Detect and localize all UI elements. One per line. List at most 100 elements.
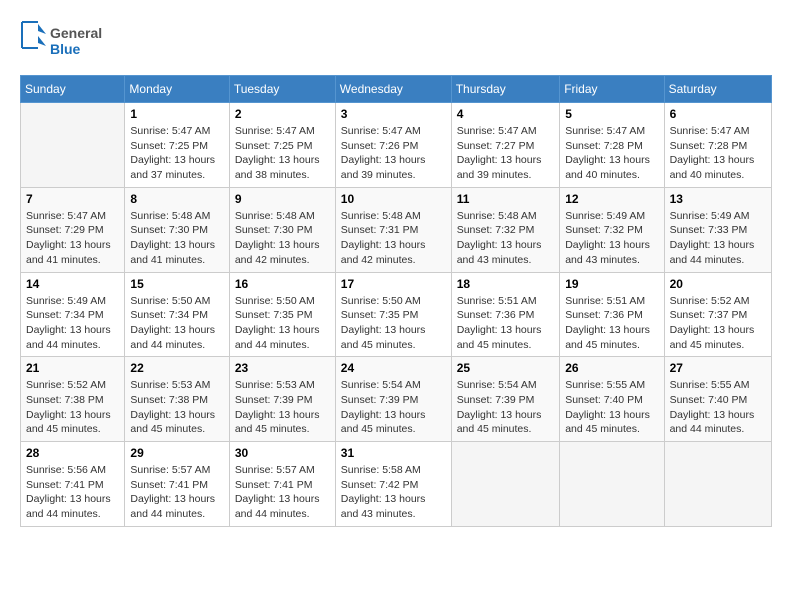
calendar-cell bbox=[560, 442, 664, 527]
calendar-cell: 24 Sunrise: 5:54 AMSunset: 7:39 PMDaylig… bbox=[335, 357, 451, 442]
calendar-cell: 12 Sunrise: 5:49 AMSunset: 7:32 PMDaylig… bbox=[560, 187, 664, 272]
calendar-week-2: 7 Sunrise: 5:47 AMSunset: 7:29 PMDayligh… bbox=[21, 187, 772, 272]
day-info: Sunrise: 5:47 AMSunset: 7:25 PMDaylight:… bbox=[130, 124, 223, 183]
calendar-cell: 8 Sunrise: 5:48 AMSunset: 7:30 PMDayligh… bbox=[125, 187, 229, 272]
day-number: 5 bbox=[565, 107, 658, 121]
day-number: 31 bbox=[341, 446, 446, 460]
calendar-cell: 5 Sunrise: 5:47 AMSunset: 7:28 PMDayligh… bbox=[560, 103, 664, 188]
calendar-week-1: 1 Sunrise: 5:47 AMSunset: 7:25 PMDayligh… bbox=[21, 103, 772, 188]
calendar-week-4: 21 Sunrise: 5:52 AMSunset: 7:38 PMDaylig… bbox=[21, 357, 772, 442]
day-info: Sunrise: 5:48 AMSunset: 7:30 PMDaylight:… bbox=[235, 209, 330, 268]
calendar-cell: 9 Sunrise: 5:48 AMSunset: 7:30 PMDayligh… bbox=[229, 187, 335, 272]
day-number: 13 bbox=[670, 192, 766, 206]
day-info: Sunrise: 5:48 AMSunset: 7:31 PMDaylight:… bbox=[341, 209, 446, 268]
day-number: 27 bbox=[670, 361, 766, 375]
svg-text:General: General bbox=[50, 25, 102, 41]
logo: General Blue bbox=[20, 20, 120, 65]
day-info: Sunrise: 5:55 AMSunset: 7:40 PMDaylight:… bbox=[670, 378, 766, 437]
weekday-header-wednesday: Wednesday bbox=[335, 76, 451, 103]
day-number: 19 bbox=[565, 277, 658, 291]
day-number: 9 bbox=[235, 192, 330, 206]
day-number: 8 bbox=[130, 192, 223, 206]
day-number: 29 bbox=[130, 446, 223, 460]
day-info: Sunrise: 5:51 AMSunset: 7:36 PMDaylight:… bbox=[565, 294, 658, 353]
day-number: 2 bbox=[235, 107, 330, 121]
day-number: 14 bbox=[26, 277, 119, 291]
day-number: 30 bbox=[235, 446, 330, 460]
day-number: 11 bbox=[457, 192, 554, 206]
calendar-cell: 16 Sunrise: 5:50 AMSunset: 7:35 PMDaylig… bbox=[229, 272, 335, 357]
calendar-cell: 21 Sunrise: 5:52 AMSunset: 7:38 PMDaylig… bbox=[21, 357, 125, 442]
calendar-cell: 29 Sunrise: 5:57 AMSunset: 7:41 PMDaylig… bbox=[125, 442, 229, 527]
day-info: Sunrise: 5:57 AMSunset: 7:41 PMDaylight:… bbox=[130, 463, 223, 522]
calendar-cell: 22 Sunrise: 5:53 AMSunset: 7:38 PMDaylig… bbox=[125, 357, 229, 442]
day-info: Sunrise: 5:54 AMSunset: 7:39 PMDaylight:… bbox=[457, 378, 554, 437]
day-info: Sunrise: 5:47 AMSunset: 7:25 PMDaylight:… bbox=[235, 124, 330, 183]
calendar-cell: 6 Sunrise: 5:47 AMSunset: 7:28 PMDayligh… bbox=[664, 103, 771, 188]
day-info: Sunrise: 5:53 AMSunset: 7:38 PMDaylight:… bbox=[130, 378, 223, 437]
calendar-cell bbox=[21, 103, 125, 188]
day-number: 7 bbox=[26, 192, 119, 206]
calendar-cell: 13 Sunrise: 5:49 AMSunset: 7:33 PMDaylig… bbox=[664, 187, 771, 272]
day-number: 21 bbox=[26, 361, 119, 375]
day-number: 16 bbox=[235, 277, 330, 291]
day-number: 23 bbox=[235, 361, 330, 375]
day-number: 20 bbox=[670, 277, 766, 291]
weekday-header-friday: Friday bbox=[560, 76, 664, 103]
calendar-cell: 18 Sunrise: 5:51 AMSunset: 7:36 PMDaylig… bbox=[451, 272, 559, 357]
weekday-header-saturday: Saturday bbox=[664, 76, 771, 103]
calendar-cell: 7 Sunrise: 5:47 AMSunset: 7:29 PMDayligh… bbox=[21, 187, 125, 272]
calendar-cell: 17 Sunrise: 5:50 AMSunset: 7:35 PMDaylig… bbox=[335, 272, 451, 357]
calendar-cell: 25 Sunrise: 5:54 AMSunset: 7:39 PMDaylig… bbox=[451, 357, 559, 442]
day-info: Sunrise: 5:47 AMSunset: 7:29 PMDaylight:… bbox=[26, 209, 119, 268]
day-info: Sunrise: 5:47 AMSunset: 7:28 PMDaylight:… bbox=[670, 124, 766, 183]
day-info: Sunrise: 5:54 AMSunset: 7:39 PMDaylight:… bbox=[341, 378, 446, 437]
day-number: 4 bbox=[457, 107, 554, 121]
day-info: Sunrise: 5:58 AMSunset: 7:42 PMDaylight:… bbox=[341, 463, 446, 522]
day-number: 6 bbox=[670, 107, 766, 121]
page-header: General Blue bbox=[20, 20, 772, 65]
calendar-cell: 28 Sunrise: 5:56 AMSunset: 7:41 PMDaylig… bbox=[21, 442, 125, 527]
day-info: Sunrise: 5:47 AMSunset: 7:28 PMDaylight:… bbox=[565, 124, 658, 183]
calendar-cell: 26 Sunrise: 5:55 AMSunset: 7:40 PMDaylig… bbox=[560, 357, 664, 442]
day-info: Sunrise: 5:50 AMSunset: 7:35 PMDaylight:… bbox=[341, 294, 446, 353]
day-number: 25 bbox=[457, 361, 554, 375]
day-info: Sunrise: 5:49 AMSunset: 7:33 PMDaylight:… bbox=[670, 209, 766, 268]
calendar-cell: 11 Sunrise: 5:48 AMSunset: 7:32 PMDaylig… bbox=[451, 187, 559, 272]
day-info: Sunrise: 5:50 AMSunset: 7:35 PMDaylight:… bbox=[235, 294, 330, 353]
day-number: 18 bbox=[457, 277, 554, 291]
day-info: Sunrise: 5:57 AMSunset: 7:41 PMDaylight:… bbox=[235, 463, 330, 522]
day-info: Sunrise: 5:50 AMSunset: 7:34 PMDaylight:… bbox=[130, 294, 223, 353]
day-number: 10 bbox=[341, 192, 446, 206]
day-number: 3 bbox=[341, 107, 446, 121]
calendar-cell: 4 Sunrise: 5:47 AMSunset: 7:27 PMDayligh… bbox=[451, 103, 559, 188]
day-number: 15 bbox=[130, 277, 223, 291]
day-info: Sunrise: 5:48 AMSunset: 7:30 PMDaylight:… bbox=[130, 209, 223, 268]
calendar-cell: 19 Sunrise: 5:51 AMSunset: 7:36 PMDaylig… bbox=[560, 272, 664, 357]
calendar-cell: 2 Sunrise: 5:47 AMSunset: 7:25 PMDayligh… bbox=[229, 103, 335, 188]
day-number: 26 bbox=[565, 361, 658, 375]
day-info: Sunrise: 5:49 AMSunset: 7:32 PMDaylight:… bbox=[565, 209, 658, 268]
day-info: Sunrise: 5:55 AMSunset: 7:40 PMDaylight:… bbox=[565, 378, 658, 437]
day-info: Sunrise: 5:56 AMSunset: 7:41 PMDaylight:… bbox=[26, 463, 119, 522]
day-number: 28 bbox=[26, 446, 119, 460]
calendar-week-3: 14 Sunrise: 5:49 AMSunset: 7:34 PMDaylig… bbox=[21, 272, 772, 357]
calendar-week-5: 28 Sunrise: 5:56 AMSunset: 7:41 PMDaylig… bbox=[21, 442, 772, 527]
day-info: Sunrise: 5:52 AMSunset: 7:38 PMDaylight:… bbox=[26, 378, 119, 437]
calendar-cell: 3 Sunrise: 5:47 AMSunset: 7:26 PMDayligh… bbox=[335, 103, 451, 188]
day-info: Sunrise: 5:47 AMSunset: 7:26 PMDaylight:… bbox=[341, 124, 446, 183]
calendar-cell bbox=[451, 442, 559, 527]
weekday-header-thursday: Thursday bbox=[451, 76, 559, 103]
day-info: Sunrise: 5:53 AMSunset: 7:39 PMDaylight:… bbox=[235, 378, 330, 437]
calendar-cell: 15 Sunrise: 5:50 AMSunset: 7:34 PMDaylig… bbox=[125, 272, 229, 357]
calendar-cell: 10 Sunrise: 5:48 AMSunset: 7:31 PMDaylig… bbox=[335, 187, 451, 272]
day-info: Sunrise: 5:47 AMSunset: 7:27 PMDaylight:… bbox=[457, 124, 554, 183]
day-number: 12 bbox=[565, 192, 658, 206]
calendar-cell: 1 Sunrise: 5:47 AMSunset: 7:25 PMDayligh… bbox=[125, 103, 229, 188]
calendar-cell: 20 Sunrise: 5:52 AMSunset: 7:37 PMDaylig… bbox=[664, 272, 771, 357]
day-info: Sunrise: 5:52 AMSunset: 7:37 PMDaylight:… bbox=[670, 294, 766, 353]
day-info: Sunrise: 5:49 AMSunset: 7:34 PMDaylight:… bbox=[26, 294, 119, 353]
calendar-cell bbox=[664, 442, 771, 527]
calendar-cell: 27 Sunrise: 5:55 AMSunset: 7:40 PMDaylig… bbox=[664, 357, 771, 442]
calendar-cell: 14 Sunrise: 5:49 AMSunset: 7:34 PMDaylig… bbox=[21, 272, 125, 357]
